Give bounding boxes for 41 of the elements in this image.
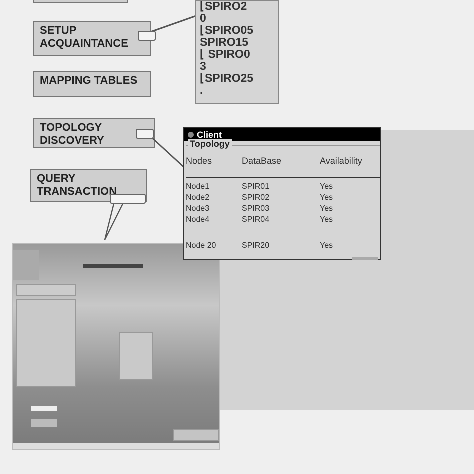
tree-item: 0 [200,13,208,25]
table-cell-text: Yes [320,241,334,252]
table-cell-text: Yes [320,215,334,226]
table-cell-text: Yes [320,204,334,215]
input-field [31,406,57,411]
tree-item: ⌊SPIRO2 [200,1,248,13]
column-header: Availability [320,156,364,166]
window-icon [188,132,194,138]
callout-label: SETUP [40,25,78,38]
table-cell-text: SPIR20 [242,241,271,252]
tree-item: ⌊ SPIRO0 [200,49,252,61]
tree-item: ⌊SPIRO25 [200,73,255,85]
tree-item: 3 [200,61,208,73]
title-placeholder [83,264,143,268]
callout-label: TRANSACTION [37,186,118,199]
table-cell-text: Yes [320,193,334,204]
callout-label: DISCOVERY [40,135,106,148]
scrollbar-thumb [352,257,378,260]
callout-label: TOPOLOGY [40,122,104,135]
tree-item: ⌊SPIRO05 [200,25,255,37]
table-cell-text: SPIR03 [242,204,271,215]
table-cell-text: Node 20 [186,241,218,252]
column-header: DataBase [242,156,283,166]
table-cell-text: Node3 [186,204,211,215]
tree-item: SPIRO15 [200,37,250,49]
tree-item: . [200,85,204,97]
table-cell-text: Yes [320,182,334,193]
callout-label: MAPPING TABLES [40,75,139,88]
callout-label: QUERY [37,173,77,186]
group-title: Topology [188,139,232,149]
column-header: Nodes [186,156,214,166]
table-cell-text: SPIR04 [242,215,271,226]
list-box [119,332,153,380]
callout-label: ACQUAINTANCE [40,38,130,51]
table-cell-text: Node1 [186,182,211,193]
sidebar-strip [13,250,39,280]
window-title: Client [197,130,222,140]
table-cell-text: SPIR01 [242,182,271,193]
table-cell-text: SPIR02 [242,193,271,204]
table-cell-text: Node4 [186,215,211,226]
table-cell-text: Node2 [186,193,211,204]
